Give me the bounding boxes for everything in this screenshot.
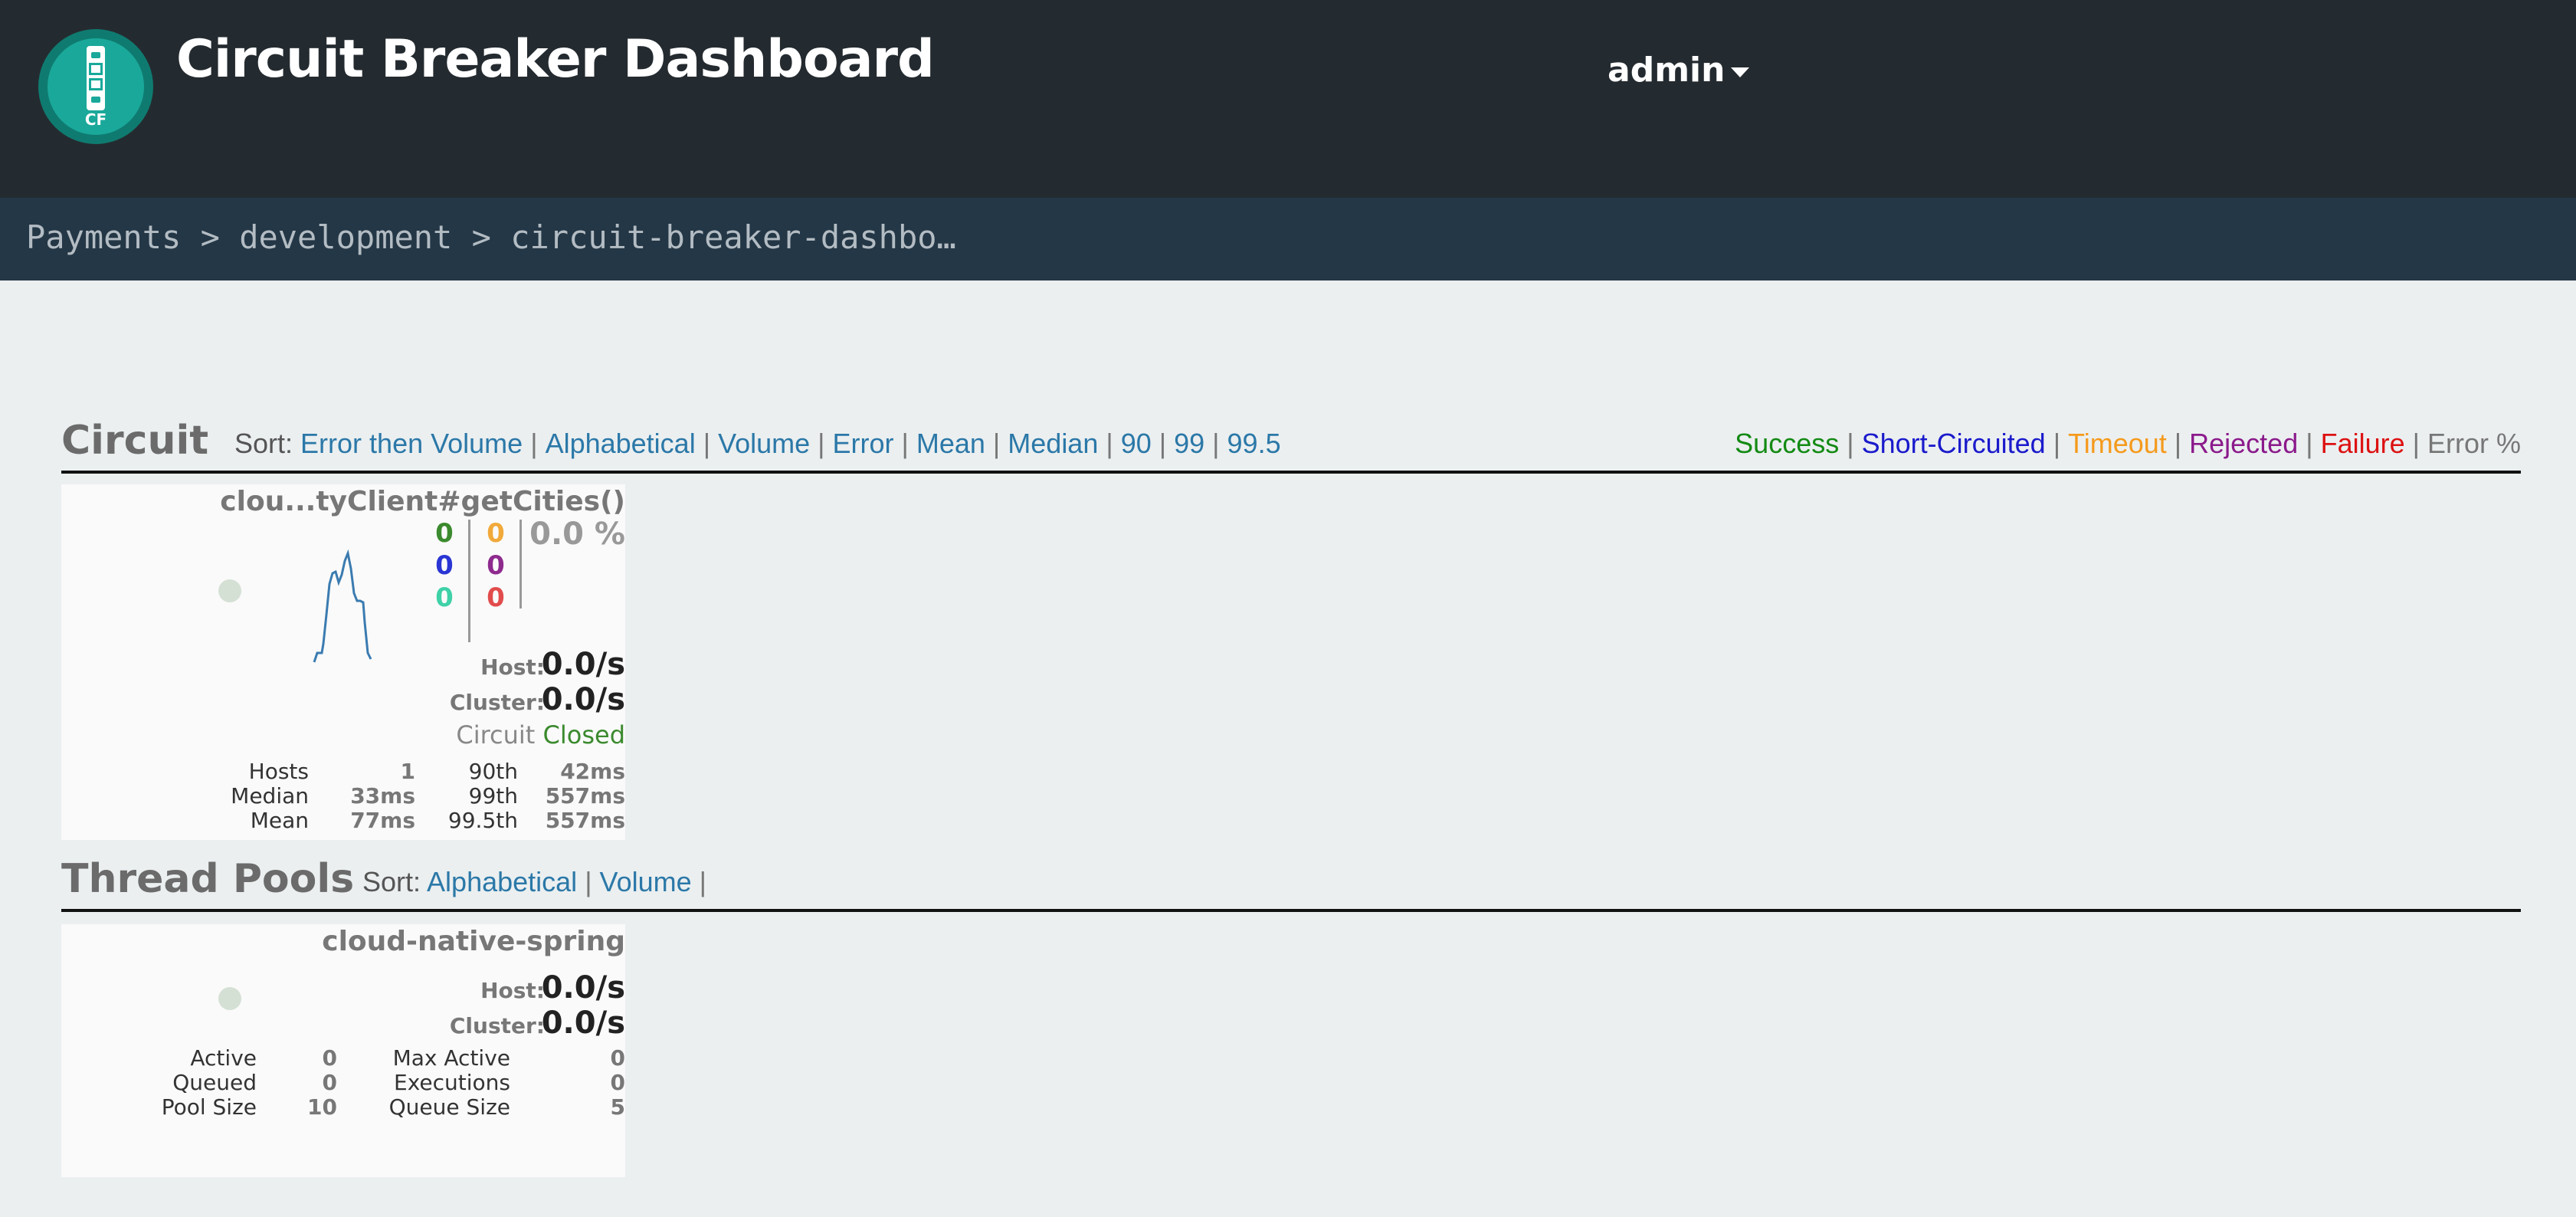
circuit-sort-row: Sort: Error then Volume | Alphabetical | Vol…	[234, 428, 1281, 459]
breadcrumb-separator: >	[471, 218, 491, 256]
cluster-rate: 0.0/s	[541, 682, 625, 717]
short-circuited-count: 0	[435, 550, 454, 581]
sort-99-5[interactable]: 99.5	[1227, 428, 1281, 459]
breadcrumb-service[interactable]: circuit-breaker-dashbo…	[510, 218, 956, 256]
sort-99[interactable]: 99	[1174, 428, 1204, 459]
user-menu[interactable]: admin	[1608, 51, 1750, 90]
sort-mean[interactable]: Mean	[916, 428, 985, 459]
pool-size-value: 10	[307, 1094, 337, 1120]
queued-value: 0	[322, 1070, 337, 1095]
sort-label: Sort:	[362, 866, 421, 897]
status-legend: Success | Short-Circuited | Timeout | Rejected…	[1735, 428, 2521, 459]
circuit-status-label: Circuit	[456, 720, 536, 750]
queue-size-value: 5	[610, 1094, 625, 1120]
host-label: Host:	[480, 978, 545, 1003]
breadcrumb-space[interactable]: development	[239, 218, 452, 256]
sort-label: Sort:	[234, 428, 293, 459]
p90-value: 42ms	[560, 759, 625, 784]
p99-label: 99th	[468, 783, 518, 809]
queued-label: Queued	[172, 1070, 257, 1095]
sort-median[interactable]: Median	[1008, 428, 1098, 459]
error-percentage: 0.0 %	[529, 517, 625, 552]
active-label: Active	[190, 1045, 257, 1071]
sort-alphabetical[interactable]: Alphabetical	[546, 428, 696, 459]
median-value: 33ms	[350, 783, 415, 809]
hosts-label: Hosts	[248, 759, 309, 784]
threadpool-card[interactable]: cloud-native-spring Host: 0.0/s Cluster:…	[61, 924, 625, 1177]
failure-count: 0	[487, 582, 505, 613]
sort-90[interactable]: 90	[1121, 428, 1152, 459]
threadpool-section-title: Thread Pools	[61, 856, 355, 902]
counts-divider	[519, 520, 522, 608]
mean-value: 77ms	[350, 808, 415, 833]
legend-short-circuited: Short-Circuited	[1861, 428, 2046, 459]
user-name: admin	[1608, 51, 1726, 90]
pool-size-label: Pool Size	[161, 1094, 257, 1120]
sort-error[interactable]: Error	[833, 428, 894, 459]
host-rate: 0.0/s	[541, 647, 625, 682]
mean-label: Mean	[250, 808, 309, 833]
circuit-name: clou...tyClient#getCities()	[220, 486, 625, 517]
breadcrumb-separator: >	[200, 218, 220, 256]
p99-5-value: 557ms	[545, 808, 625, 833]
legend-error-percent: Error %	[2427, 428, 2521, 459]
median-label: Median	[231, 783, 309, 809]
cluster-label: Cluster:	[449, 1013, 545, 1038]
sort-alphabetical[interactable]: Alphabetical	[427, 866, 577, 897]
circuit-section-header: Circuit Sort: Error then Volume | Alphabet…	[61, 414, 2521, 474]
logo-text: CF	[84, 110, 107, 129]
executions-value: 0	[610, 1070, 625, 1095]
cluster-label: Cluster:	[449, 690, 545, 715]
circuit-status: Circuit Closed	[456, 720, 625, 750]
counts-divider	[468, 520, 470, 642]
threadpool-sort-row: Sort: Alphabetical | Volume |	[362, 866, 706, 897]
p90-label: 90th	[468, 759, 518, 784]
active-value: 0	[322, 1045, 337, 1071]
p99-5-label: 99.5th	[447, 808, 518, 833]
hosts-value: 1	[400, 759, 415, 784]
threadpool-section-header: Thread Pools Sort: Alphabetical | Volume |	[61, 852, 2521, 912]
max-active-value: 0	[610, 1045, 625, 1071]
success-count: 0	[435, 518, 454, 549]
p99-value: 557ms	[545, 783, 625, 809]
sort-error-then-volume[interactable]: Error then Volume	[300, 428, 523, 459]
bad-request-count: 0	[435, 582, 454, 613]
cluster-rate: 0.0/s	[541, 1005, 625, 1041]
host-label: Host:	[480, 654, 545, 680]
caret-down-icon	[1731, 67, 1750, 77]
sort-volume[interactable]: Volume	[718, 428, 810, 459]
max-active-label: Max Active	[392, 1045, 510, 1071]
timeout-count: 0	[487, 518, 505, 549]
circuit-status-value: Closed	[542, 720, 625, 750]
breadcrumb-org[interactable]: Payments	[26, 218, 181, 256]
threadpool-name: cloud-native-spring	[322, 926, 625, 957]
legend-timeout: Timeout	[2068, 428, 2167, 459]
legend-failure: Failure	[2320, 428, 2405, 459]
circuit-section-title: Circuit	[61, 418, 209, 464]
circuit-card[interactable]: clou...tyClient#getCities() 0 0 0 0 0 0 …	[61, 484, 625, 840]
executions-label: Executions	[394, 1070, 510, 1095]
app-title: Circuit Breaker Dashboard	[176, 29, 935, 90]
host-rate: 0.0/s	[541, 970, 625, 1005]
legend-rejected: Rejected	[2189, 428, 2299, 459]
breadcrumb: Payments > development > circuit-breaker…	[26, 218, 956, 256]
legend-success: Success	[1735, 428, 1840, 459]
rejected-count: 0	[487, 550, 505, 581]
health-indicator-circle	[218, 579, 241, 602]
sort-volume[interactable]: Volume	[600, 866, 692, 897]
health-indicator-circle	[218, 987, 241, 1010]
cf-logo[interactable]: CF	[38, 29, 153, 144]
queue-size-label: Queue Size	[388, 1094, 510, 1120]
